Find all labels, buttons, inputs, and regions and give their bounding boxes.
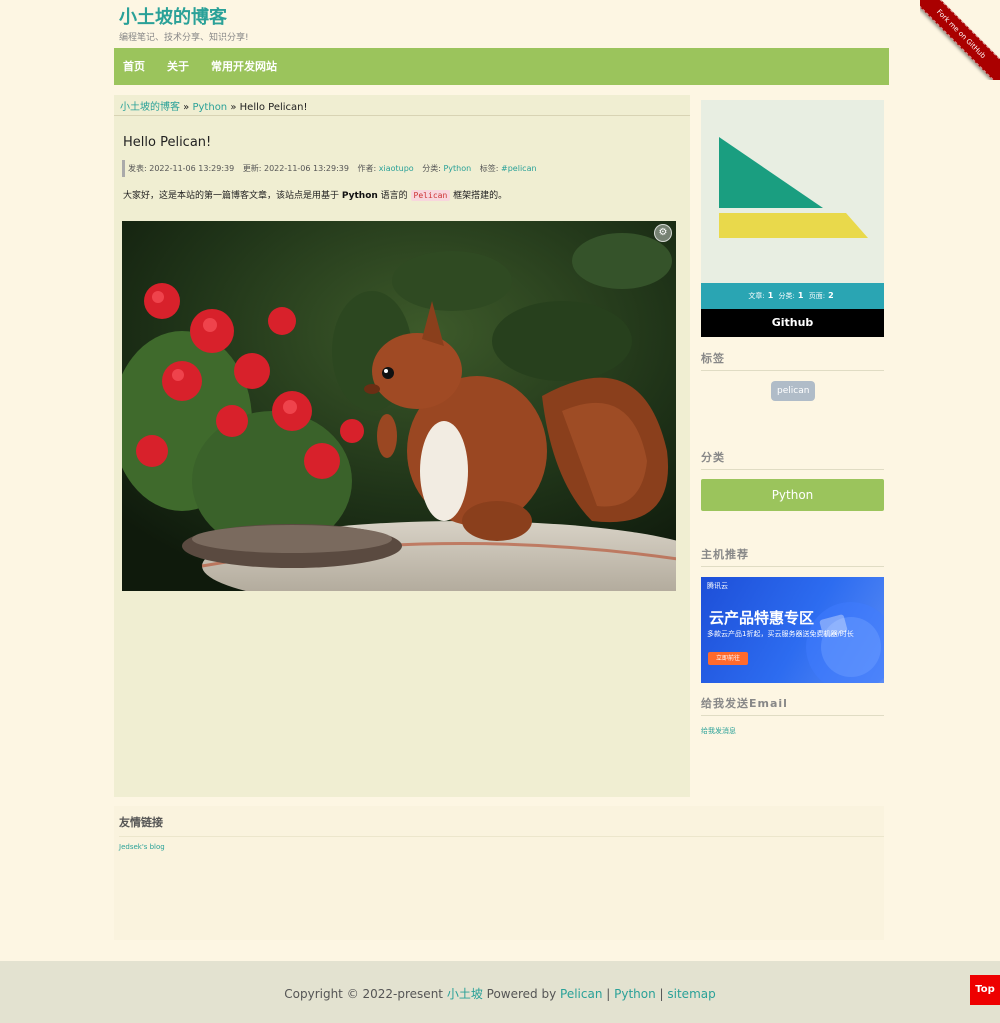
fork-ribbon-label[interactable]: Fork me on GitHub	[920, 0, 1000, 80]
category-python-button[interactable]: Python	[701, 479, 884, 511]
footer-powered: Powered by	[482, 987, 561, 1001]
friend-links-heading: 友情链接	[119, 814, 884, 837]
site-stats: 文章: 1 分类: 1 页面: 2	[701, 283, 884, 309]
site-logo	[701, 100, 884, 283]
footer-copyright: Copyright © 2022-present	[284, 987, 447, 1001]
host-heading: 主机推荐	[701, 546, 884, 567]
footer-sep: |	[655, 987, 668, 1001]
categories-heading: 分类	[701, 449, 884, 470]
stat-pages: 2	[828, 291, 834, 300]
breadcrumb-sep: »	[180, 102, 193, 113]
post-updated: 更新: 2022-11-06 13:29:39	[242, 164, 349, 173]
friend-link[interactable]: Jedsek's blog	[119, 843, 165, 851]
nav-item-about[interactable]: 关于	[167, 48, 189, 85]
stat-categories-label: 分类:	[778, 292, 795, 300]
breadcrumb-home[interactable]: 小土坡的博客	[120, 102, 180, 113]
footer-sep: |	[602, 987, 615, 1001]
post-body: 大家好，这是本站的第一篇博客文章，该站点是用基于 Python 语言的 Peli…	[123, 188, 507, 201]
footer-pelican-link[interactable]: Pelican	[560, 987, 602, 1001]
stat-articles-label: 文章:	[748, 292, 765, 300]
footer-python-link[interactable]: Python	[614, 987, 656, 1001]
main-nav: 首页 关于 常用开发网站	[114, 48, 889, 85]
fork-ribbon[interactable]: Fork me on GitHub	[920, 0, 1000, 80]
logo-band-yellow	[719, 213, 868, 238]
site-title[interactable]: 小土坡的博客	[119, 3, 227, 29]
post-author: 作者: xiaotupo	[358, 164, 414, 173]
post-title: Hello Pelican!	[123, 135, 212, 150]
ad-brand: 腾讯云	[707, 582, 728, 590]
breadcrumb-category[interactable]: Python	[192, 102, 227, 113]
post-body-text: 语言的	[377, 191, 411, 201]
post-body-text: 大家好，这是本站的第一篇博客文章，该站点是用基于	[123, 191, 342, 201]
category-label: 分类:	[422, 164, 444, 173]
footer-text: Copyright © 2022-present 小土坡 Powered by …	[0, 985, 1000, 1002]
email-heading: 给我发送Email	[701, 695, 884, 716]
logo-triangle-teal	[719, 137, 823, 208]
nav-item-dev-sites[interactable]: 常用开发网站	[211, 48, 277, 85]
post-published: 发表: 2022-11-06 13:29:39	[128, 164, 235, 173]
email-link[interactable]: 给我发消息	[701, 726, 736, 736]
footer-sitemap-link[interactable]: sitemap	[667, 987, 715, 1001]
tencent-cloud-ad[interactable]: 腾讯云 云产品特惠专区 多款云产品1折起，买云服务器送免费机器/时长 立即前往	[701, 577, 884, 683]
github-button[interactable]: Github	[701, 309, 884, 337]
author-label: 作者:	[357, 164, 379, 173]
post-body-text: 框架搭建的。	[450, 191, 508, 201]
footer: Copyright © 2022-present 小土坡 Powered by …	[0, 961, 1000, 1023]
breadcrumb-sep: »	[227, 102, 240, 113]
zoom-icon[interactable]: ⚙	[654, 224, 672, 242]
post-body-bold: Python	[341, 191, 378, 201]
back-to-top-button[interactable]: Top	[970, 975, 1000, 1005]
inline-code: Pelican	[410, 190, 451, 201]
ad-cta-button[interactable]: 立即前往	[708, 652, 748, 665]
breadcrumb-current: Hello Pelican!	[239, 102, 308, 113]
breadcrumb: 小土坡的博客 » Python » Hello Pelican!	[120, 98, 308, 113]
ad-subtitle: 多款云产品1折起，买云服务器送免费机器/时长	[707, 630, 854, 638]
nav-item-home[interactable]: 首页	[123, 48, 145, 85]
tag-pelican[interactable]: pelican	[771, 381, 816, 401]
category-link[interactable]: Python	[443, 164, 471, 173]
stat-pages-label: 页面:	[808, 292, 826, 300]
stat-categories: 1	[797, 291, 804, 300]
tag-link[interactable]: #pelican	[501, 164, 537, 173]
main-content: 小土坡的博客 » Python » Hello Pelican! Hello P…	[114, 95, 690, 797]
tags-label: 标签:	[479, 164, 502, 173]
post-category: 分类: Python	[422, 164, 471, 173]
tags-heading: 标签	[701, 350, 884, 371]
post-image-squirrel[interactable]: ⚙	[122, 221, 676, 591]
post-tags: 标签: #pelican	[480, 164, 537, 173]
footer-owner-link[interactable]: 小土坡	[447, 987, 483, 1001]
stat-articles: 1	[767, 291, 774, 300]
post-meta: 发表: 2022-11-06 13:29:39 更新: 2022-11-06 1…	[122, 160, 543, 177]
site-subtitle: 编程笔记、技术分享、知识分享!	[119, 33, 249, 43]
author-link[interactable]: xiaotupo	[379, 164, 414, 173]
breadcrumb-divider	[114, 115, 690, 116]
ad-title: 云产品特惠专区	[709, 609, 815, 627]
friend-links: 友情链接 Jedsek's blog	[114, 806, 884, 940]
